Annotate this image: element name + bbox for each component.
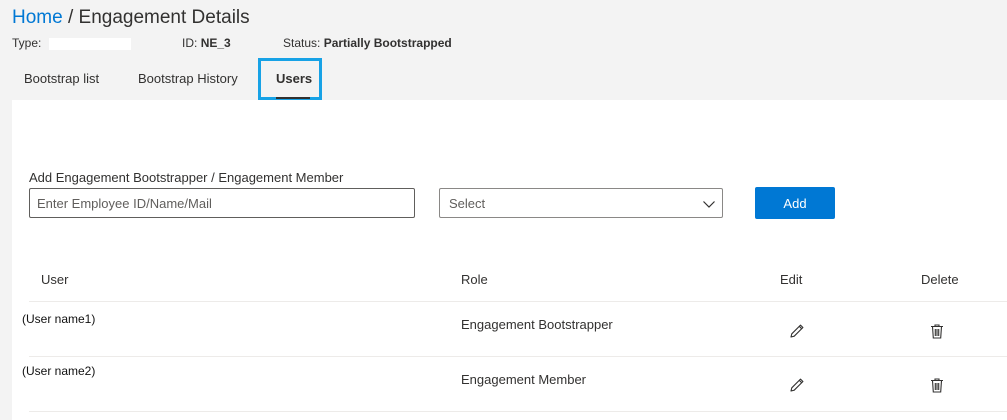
add-button[interactable]: Add bbox=[755, 187, 835, 219]
active-tab-indicator bbox=[276, 97, 310, 99]
meta-id: ID: NE_3 bbox=[182, 35, 231, 51]
employee-search-input[interactable] bbox=[29, 188, 415, 218]
breadcrumb: Home / Engagement Details bbox=[12, 6, 250, 30]
user-name: (User name1) bbox=[22, 312, 96, 326]
user-name: (User name2) bbox=[22, 364, 96, 378]
column-header-edit: Edit bbox=[780, 272, 803, 287]
row-divider bbox=[29, 356, 1007, 357]
chevron-down-icon bbox=[703, 201, 715, 208]
page-header: Home / Engagement Details Type: ID: NE_3… bbox=[0, 0, 1007, 100]
tab-users[interactable]: Users bbox=[276, 71, 312, 87]
status-value: Partially Bootstrapped bbox=[323, 36, 452, 50]
user-role: Engagement Member bbox=[461, 372, 587, 387]
pencil-icon[interactable] bbox=[788, 322, 806, 340]
type-label: Type: bbox=[12, 36, 42, 50]
trash-icon[interactable] bbox=[928, 322, 946, 340]
id-value: NE_3 bbox=[200, 36, 231, 50]
column-header-delete: Delete bbox=[921, 272, 959, 287]
breadcrumb-separator: / bbox=[67, 7, 74, 28]
pencil-icon[interactable] bbox=[788, 376, 806, 394]
add-member-label: Add Engagement Bootstrapper / Engagement… bbox=[29, 170, 344, 185]
role-select-value: Select bbox=[449, 196, 486, 211]
trash-icon[interactable] bbox=[928, 376, 946, 394]
status-label: Status: bbox=[283, 36, 321, 50]
id-label: ID: bbox=[182, 36, 198, 50]
meta-status: Status: Partially Bootstrapped bbox=[283, 35, 452, 51]
meta-type: Type: bbox=[12, 35, 132, 51]
column-header-role: Role bbox=[461, 272, 488, 287]
tab-bootstrap-history[interactable]: Bootstrap History bbox=[138, 71, 238, 87]
role-select[interactable]: Select bbox=[439, 188, 723, 218]
breadcrumb-home-link[interactable]: Home bbox=[12, 7, 63, 28]
user-role: Engagement Bootstrapper bbox=[461, 317, 613, 332]
row-divider bbox=[29, 411, 1007, 412]
type-value-redacted bbox=[49, 37, 132, 50]
tab-bootstrap-list[interactable]: Bootstrap list bbox=[24, 71, 99, 87]
column-header-user: User bbox=[41, 272, 69, 287]
page-title: Engagement Details bbox=[78, 7, 250, 28]
header-divider bbox=[29, 301, 1007, 302]
